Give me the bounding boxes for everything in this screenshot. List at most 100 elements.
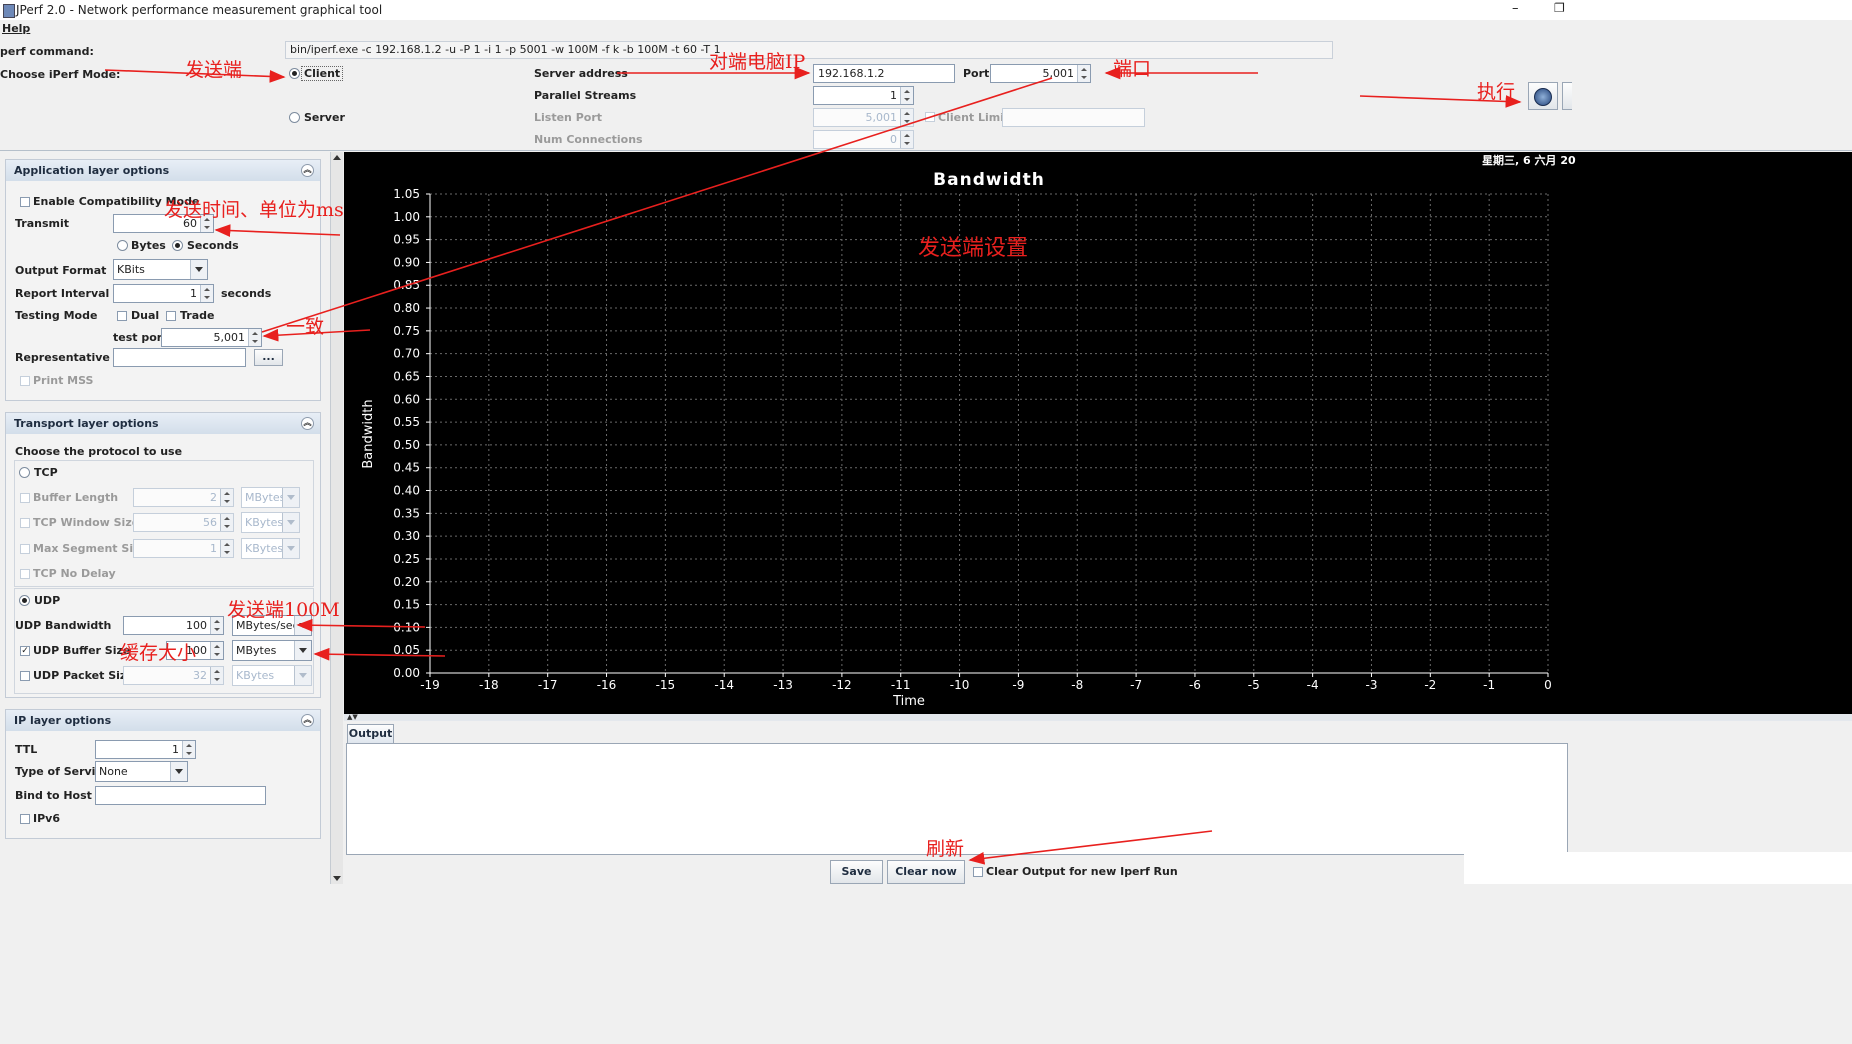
udp-bandwidth-field[interactable]: 100	[123, 616, 224, 635]
max-seg-unit-select[interactable]: KBytes	[241, 538, 300, 559]
tab-output[interactable]: Output	[347, 724, 394, 743]
dropdown-arrow-icon[interactable]	[294, 666, 311, 685]
clear-now-button[interactable]: Clear now	[887, 860, 965, 884]
x-tick-label: -19	[420, 678, 440, 692]
no-delay-checkbox[interactable]	[20, 569, 30, 579]
iperf-command-field[interactable]: bin/iperf.exe -c 192.168.1.2 -u -P 1 -i …	[285, 41, 1333, 59]
udp-packet-unit-select[interactable]: KBytes	[232, 665, 312, 686]
scroll-up-icon[interactable]	[333, 155, 341, 160]
stop-iperf-button[interactable]	[1562, 82, 1572, 110]
collapse-icon[interactable]: ︽	[301, 164, 314, 177]
seconds-radio[interactable]	[172, 240, 183, 251]
port-field[interactable]: 5,001	[990, 64, 1091, 83]
parallel-spinner[interactable]	[900, 87, 913, 104]
collapse-icon[interactable]: ︽	[301, 417, 314, 430]
listen-port-spinner[interactable]	[900, 109, 913, 126]
save-button[interactable]: Save	[830, 860, 883, 884]
test-port-field[interactable]: 5,001	[161, 328, 262, 347]
num-connections-field[interactable]: 0	[813, 130, 914, 149]
buffer-length-field[interactable]: 2	[133, 488, 234, 507]
split-divider[interactable]: ▲▼	[344, 714, 1852, 721]
max-seg-field[interactable]: 1	[133, 539, 234, 558]
bytes-radio[interactable]	[117, 240, 128, 251]
client-limit-checkbox[interactable]	[925, 112, 935, 122]
minimize-icon[interactable]: –	[1512, 1, 1519, 16]
print-mss-checkbox[interactable]	[20, 376, 30, 386]
udp-buffer-checkbox[interactable]: ✓	[20, 646, 30, 656]
tos-select[interactable]: None	[95, 761, 188, 782]
buffer-length-value: 2	[210, 491, 217, 504]
buffer-length-spinner[interactable]	[220, 489, 233, 506]
x-tick-label: -15	[656, 678, 676, 692]
y-tick-label: 0.10	[393, 620, 420, 634]
report-interval-field[interactable]: 1	[113, 284, 214, 303]
window-size-spinner[interactable]	[220, 514, 233, 531]
menu-help[interactable]: Help	[2, 22, 30, 35]
dropdown-arrow-icon[interactable]	[282, 539, 299, 558]
buffer-length-unit-select[interactable]: MBytes	[241, 487, 300, 508]
run-iperf-button[interactable]	[1528, 82, 1558, 110]
ipv6-checkbox[interactable]	[20, 814, 30, 824]
listen-port-field[interactable]: 5,001	[813, 108, 914, 127]
collapse-icon[interactable]: ︽	[301, 714, 314, 727]
print-mss-label: Print MSS	[33, 374, 94, 387]
buffer-length-checkbox[interactable]	[20, 493, 30, 503]
transport-layer-header[interactable]: Transport layer options ︽	[6, 413, 320, 434]
ttl-spinner[interactable]	[182, 741, 195, 758]
udp-radio[interactable]	[19, 595, 30, 606]
ip-layer-header[interactable]: IP layer options ︽	[6, 710, 320, 731]
report-interval-spinner[interactable]	[200, 285, 213, 302]
dropdown-arrow-icon[interactable]	[190, 260, 207, 279]
clear-output-checkbox[interactable]	[973, 867, 983, 877]
split-arrows-icon[interactable]: ▲▼	[347, 714, 358, 721]
udp-packet-checkbox[interactable]	[20, 671, 30, 681]
scroll-down-icon[interactable]	[333, 876, 341, 881]
compat-checkbox[interactable]	[20, 197, 30, 207]
udp-packet-field[interactable]: 32	[123, 666, 224, 685]
test-port-spinner[interactable]	[248, 329, 261, 346]
x-tick-label: -8	[1071, 678, 1083, 692]
y-tick-label: 0.95	[393, 233, 420, 247]
ttl-field[interactable]: 1	[95, 740, 196, 759]
anno-port: 端口	[1113, 58, 1152, 80]
app-layer-header[interactable]: Application layer options ︽	[6, 160, 320, 181]
window-size-field[interactable]: 56	[133, 513, 234, 532]
server-address-field[interactable]: 192.168.1.2	[813, 64, 955, 83]
rep-file-field[interactable]	[113, 348, 246, 367]
tos-value: None	[99, 765, 128, 778]
ttl-label: TTL	[15, 743, 38, 756]
bind-field[interactable]	[95, 786, 266, 805]
window-size-unit-select[interactable]: KBytes	[241, 512, 300, 533]
restore-icon[interactable]: ❐	[1554, 1, 1565, 15]
output-format-select[interactable]: KBits	[113, 259, 208, 280]
client-radio[interactable]	[289, 68, 300, 79]
dropdown-arrow-icon[interactable]	[282, 488, 299, 507]
clear-output-label: Clear Output for new Iperf Run	[986, 865, 1178, 878]
dual-checkbox[interactable]	[117, 311, 127, 321]
protocol-label: Choose the protocol to use	[15, 445, 183, 458]
x-tick-label: -2	[1424, 678, 1436, 692]
parallel-field[interactable]: 1	[813, 86, 914, 105]
left-scrollbar[interactable]	[330, 152, 343, 884]
udp-bandwidth-spinner[interactable]	[210, 617, 223, 634]
dropdown-arrow-icon[interactable]	[282, 513, 299, 532]
buffer-length-unit-value: MBytes	[245, 491, 286, 504]
max-seg-spinner[interactable]	[220, 540, 233, 557]
browse-button[interactable]: ...	[254, 349, 283, 366]
port-spinner[interactable]	[1077, 65, 1090, 82]
dropdown-arrow-icon[interactable]	[294, 641, 311, 660]
num-connections-spinner[interactable]	[900, 131, 913, 148]
dropdown-arrow-icon[interactable]	[170, 762, 187, 781]
server-radio[interactable]	[289, 112, 300, 123]
udp-packet-spinner[interactable]	[210, 667, 223, 684]
x-tick-label: -14	[714, 678, 734, 692]
client-limit-field[interactable]	[1002, 108, 1145, 127]
max-seg-label: Max Segment Size	[33, 542, 147, 555]
trade-checkbox[interactable]	[166, 311, 176, 321]
udp-buffer-unit-select[interactable]: MBytes	[232, 640, 312, 661]
window-size-checkbox[interactable]	[20, 518, 30, 528]
max-seg-checkbox[interactable]	[20, 544, 30, 554]
seconds-label: Seconds	[187, 239, 239, 252]
udp-buffer-spinner[interactable]	[210, 642, 223, 659]
tcp-radio[interactable]	[19, 467, 30, 478]
